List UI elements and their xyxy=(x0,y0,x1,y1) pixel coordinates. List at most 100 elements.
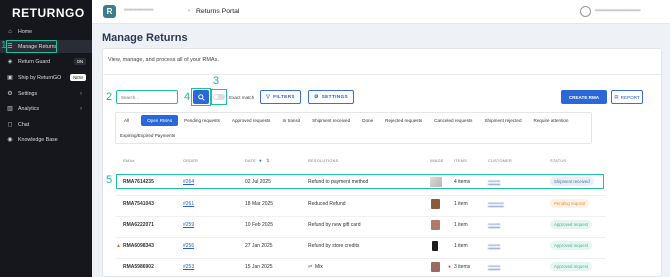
date: 18 Mar 2025 xyxy=(245,201,274,207)
breadcrumb-returns-portal: Returns Portal xyxy=(196,7,240,15)
col-rma: RMA# xyxy=(123,159,135,163)
filters-button[interactable]: ▽ FILTERS xyxy=(260,90,301,104)
sidebar-item-label: Knowledge Base xyxy=(18,136,58,143)
order-link[interactable]: #264 xyxy=(183,179,194,185)
filter-in-transit[interactable]: In transit xyxy=(276,115,306,126)
col-image: IMAGE xyxy=(430,159,444,163)
items-count: 4 items xyxy=(454,179,471,185)
sidebar-item-return-guard[interactable]: ◈ Return Guard ON xyxy=(0,55,92,68)
annotation-marker-3: 3 xyxy=(213,75,220,87)
product-image xyxy=(431,262,440,272)
date: 27 Jan 2025 xyxy=(245,243,273,249)
user-avatar-icon[interactable] xyxy=(580,6,591,17)
sidebar-item-settings[interactable]: ⚙ Settings › xyxy=(0,87,92,100)
divider xyxy=(102,74,662,75)
table-row[interactable]: ▲ RMA6098343 #256 27 Jan 2025 Refund by … xyxy=(116,237,606,253)
truck-icon: ▣ xyxy=(7,75,13,81)
filter-done[interactable]: Done xyxy=(356,115,379,126)
filter-rejected-requests[interactable]: Rejected requests xyxy=(379,115,428,126)
status-badge: Approved request xyxy=(550,262,592,271)
annotation-marker-1: 1 xyxy=(1,40,7,51)
table-row[interactable]: RMA6222071 #259 10 Feb 2025 Refund by ne… xyxy=(116,216,606,232)
order-link[interactable]: #261 xyxy=(183,201,194,207)
filter-canceled-requests[interactable]: Canceled requests xyxy=(428,115,478,126)
sidebar-item-chat[interactable]: ◻ Chat xyxy=(0,118,92,131)
app-icon[interactable]: R xyxy=(103,5,116,18)
rma-number[interactable]: RMA7614235 xyxy=(123,179,154,185)
user-email[interactable]: •••••••••••••••••••••••••• xyxy=(595,8,641,14)
customer-link[interactable]: ••••••• xyxy=(488,264,500,270)
order-link[interactable]: #259 xyxy=(183,222,194,228)
table-row[interactable]: RMA7614235 #264 02 Jul 2025 Refund to pa… xyxy=(116,174,606,190)
date: 10 Feb 2025 xyxy=(245,222,274,228)
resolution: Refund to payment method xyxy=(308,179,369,185)
page-title: Manage Returns xyxy=(102,32,188,44)
sidebar-item-label: Settings xyxy=(18,90,38,97)
book-icon: ◉ xyxy=(7,137,13,143)
filter-shipment-rejected[interactable]: Shipment rejected xyxy=(478,115,527,126)
settings-button[interactable]: ⚙ SETTINGS xyxy=(308,90,354,104)
sidebar-item-knowledge-base[interactable]: ◉ Knowledge Base xyxy=(0,133,92,146)
col-status: STATUS xyxy=(550,159,567,163)
search-button[interactable] xyxy=(193,90,209,104)
report-icon: ▤ xyxy=(614,94,619,99)
filter-all[interactable]: All xyxy=(116,115,137,126)
chat-icon: ◻ xyxy=(7,122,13,128)
filter-shipment-received[interactable]: Shipment received xyxy=(306,115,356,126)
sidebar-item-home[interactable]: ⌂ Home xyxy=(0,25,92,38)
order-link[interactable]: #256 xyxy=(183,243,194,249)
filter-expiring-payments[interactable]: Expiring/Expired Payments xyxy=(116,130,179,141)
search-input[interactable] xyxy=(116,90,178,104)
customer-link[interactable]: ••••••• xyxy=(488,222,500,228)
filter-pending-requests[interactable]: Pending requests xyxy=(178,115,226,126)
col-order: ORDER xyxy=(183,159,199,163)
filter-require-attention[interactable]: Require attention xyxy=(528,115,575,126)
sidebar-item-analytics[interactable]: ▥ Analytics › xyxy=(0,102,92,115)
customer-link[interactable]: ••••••••• xyxy=(488,201,504,207)
product-image xyxy=(431,199,440,209)
filter-approved-requests[interactable]: Approved requests xyxy=(226,115,277,126)
customer-link[interactable]: ••••••• xyxy=(488,243,500,249)
resolution: Refund by store credits xyxy=(308,243,360,249)
exact-match-label: Exact match xyxy=(229,94,255,100)
items-count: 3 items xyxy=(454,264,471,270)
returngo-logo[interactable]: RETURNGO xyxy=(12,6,85,20)
create-rma-button[interactable]: CREATE RMA xyxy=(561,90,607,104)
store-name[interactable]: •••••••••••••• xyxy=(124,8,153,14)
sidebar-item-label: Chat xyxy=(18,121,30,128)
table-row[interactable]: RMA7541043 #261 18 Mar 2025 Reduced Refu… xyxy=(116,195,606,211)
annotation-marker-4: 4 xyxy=(184,91,191,103)
page-subtitle: View, manage, and process all of your RM… xyxy=(108,57,219,63)
home-icon: ⌂ xyxy=(8,28,12,35)
customer-link[interactable]: ••••••• xyxy=(488,179,500,185)
items-count: 1 item xyxy=(454,222,468,228)
alert-icon: ● xyxy=(448,264,452,270)
report-button[interactable]: ▤ REPORT xyxy=(611,90,643,104)
annotation-marker-5: 5 xyxy=(106,174,113,186)
table-row[interactable]: RMA5986902 #253 15 Jan 2025 ⇄ Mix ● 3 it… xyxy=(116,258,606,274)
search-icon xyxy=(197,93,205,101)
status-badge: Approved request xyxy=(550,241,592,250)
rma-number[interactable]: RMA6098343 xyxy=(123,243,154,249)
new-badge: NEW xyxy=(70,74,86,81)
date: 02 Jul 2025 xyxy=(245,179,271,185)
items-count: 1 item xyxy=(454,243,468,249)
filter-open-rmas[interactable]: Open RMAs xyxy=(141,115,179,126)
col-date[interactable]: DATE xyxy=(245,159,256,163)
items-count: 1 item xyxy=(454,201,468,207)
col-resolutions: RESOLUTIONS xyxy=(308,159,339,163)
topbar: R •••••••••••••• › Returns Portal ••••••… xyxy=(92,0,670,24)
chart-icon: ▥ xyxy=(7,106,13,112)
rma-number[interactable]: RMA6222071 xyxy=(123,222,154,228)
col-customer: CUSTOMER xyxy=(488,159,513,163)
rma-number[interactable]: RMA5986902 xyxy=(123,264,154,270)
product-image xyxy=(431,220,440,230)
sort-icon[interactable]: ⇅ xyxy=(266,158,270,164)
warning-icon: ▲ xyxy=(116,243,121,249)
info-icon[interactable]: ● xyxy=(259,158,262,163)
sidebar-item-ship-by-returngo[interactable]: ▣ Ship by ReturnGO NEW xyxy=(0,71,92,84)
resolution: Mix xyxy=(315,264,323,270)
rma-number[interactable]: RMA7541043 xyxy=(123,201,154,207)
status-filter-row-2: Expiring/Expired Payments xyxy=(116,130,179,141)
order-link[interactable]: #253 xyxy=(183,264,194,270)
